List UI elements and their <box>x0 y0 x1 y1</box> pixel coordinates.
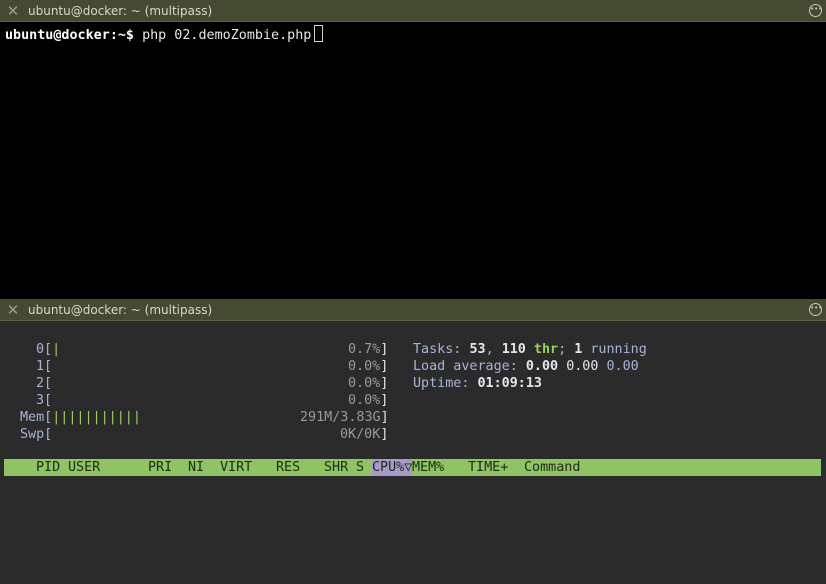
prompt-line: ubuntu@docker:~$ php 02.demoZombie.php <box>5 25 324 44</box>
cpu-meter-0: 0[| <box>36 342 61 357</box>
col-cpu-sorted[interactable]: CPU%▽ <box>372 459 413 476</box>
close-icon[interactable]: ✕ <box>6 3 20 18</box>
col-virt[interactable]: VIRT <box>220 459 252 476</box>
top-terminal[interactable]: ubuntu@docker:~$ php 02.demoZombie.php <box>0 22 826 299</box>
close-icon[interactable]: ✕ <box>6 302 20 317</box>
more-icon[interactable]: ••• <box>809 303 822 316</box>
bottom-terminal[interactable]: ✕ ubuntu@docker: ~ (multipass) ••• 0[| 0… <box>0 299 826 584</box>
col-res[interactable]: RES <box>276 459 300 476</box>
more-icon[interactable]: ••• <box>809 4 822 17</box>
tasks-summary: Tasks: 53, 110 thr; 1 running <box>413 342 647 357</box>
bottom-pane-titlebar: ✕ ubuntu@docker: ~ (multipass) ••• <box>0 299 826 321</box>
col-pri[interactable]: PRI <box>148 459 172 476</box>
col-state[interactable]: S <box>356 459 364 476</box>
cpu-value-1: 0.0%] <box>348 359 389 374</box>
cpu-meter-3: 3[ <box>36 393 53 408</box>
cpu-value-2: 0.0%] <box>348 376 389 391</box>
col-pid[interactable]: PID <box>36 459 60 476</box>
col-ni[interactable]: NI <box>188 459 204 476</box>
top-pane-title: ubuntu@docker: ~ (multipass) <box>28 3 213 18</box>
swp-value: 0K/0K] <box>340 427 389 442</box>
col-mem[interactable]: MEM% <box>412 459 444 476</box>
command-text: php 02.demoZombie.php <box>142 28 312 43</box>
top-pane-titlebar: ✕ ubuntu@docker: ~ (multipass) ••• <box>0 0 826 22</box>
mem-value: 291M/3.83G] <box>300 410 389 425</box>
load-average: Load average: 0.00 0.00 0.00 <box>413 359 639 374</box>
process-table-header: PID USER PRI NI VIRT RES SHR S CPU%▽ MEM… <box>4 459 821 476</box>
cpu-meter-1: 1[ <box>36 359 53 374</box>
col-time[interactable]: TIME+ <box>468 459 508 476</box>
cpu-value-0: 0.7%] <box>348 342 389 357</box>
cpu-meter-2: 2[ <box>36 376 53 391</box>
swp-meter: Swp[ <box>20 427 53 442</box>
bottom-pane-title: ubuntu@docker: ~ (multipass) <box>28 302 213 317</box>
col-command[interactable]: Command <box>524 459 580 476</box>
col-shr[interactable]: SHR <box>324 459 348 476</box>
uptime: Uptime: 01:09:13 <box>413 376 542 391</box>
text-cursor <box>314 25 324 42</box>
prompt-user: ubuntu@docker <box>5 28 110 43</box>
prompt-path: :~$ <box>109 28 143 43</box>
mem-meter: Mem[||||||||||| <box>20 410 141 425</box>
cpu-value-3: 0.0%] <box>348 393 389 408</box>
col-user[interactable]: USER <box>68 459 100 476</box>
